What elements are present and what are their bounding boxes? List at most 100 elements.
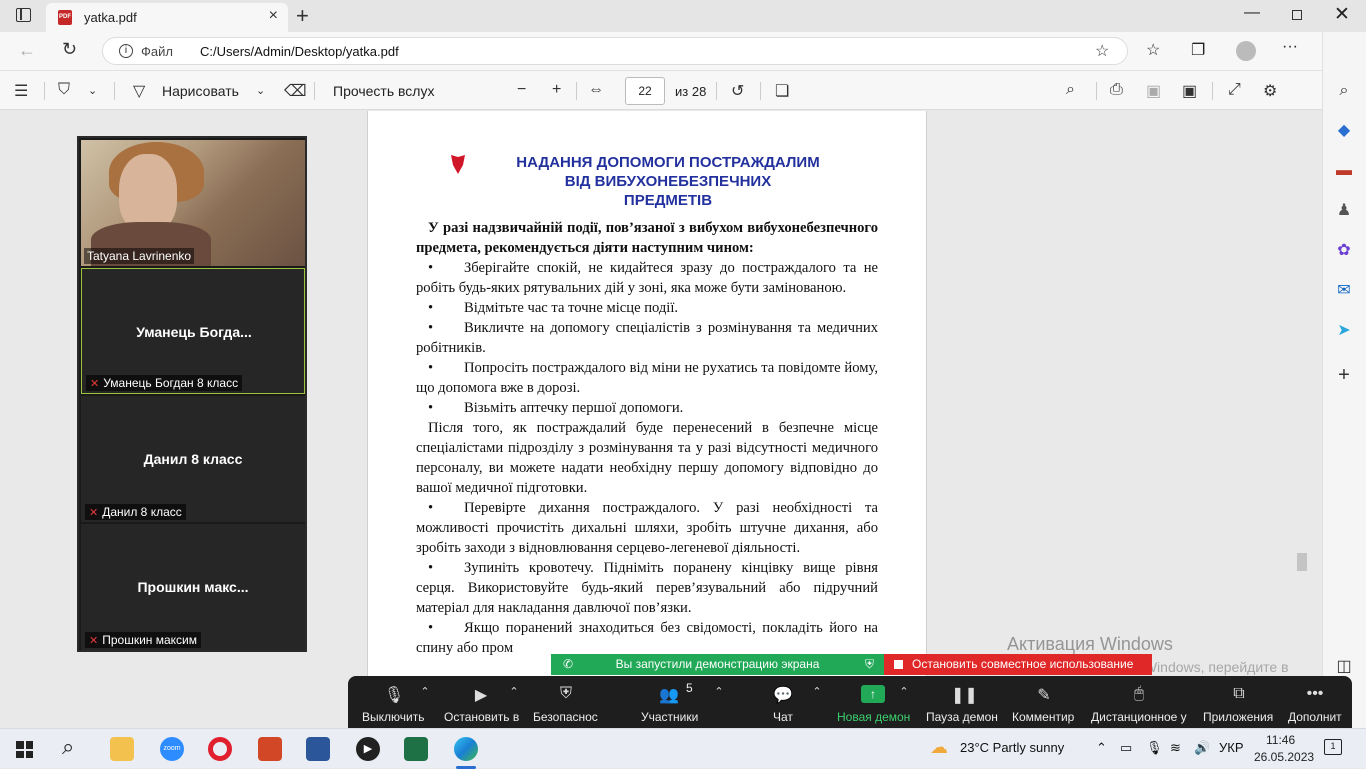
chevron-up-icon[interactable]: ⌃ bbox=[806, 685, 828, 703]
telegram-icon[interactable]: ➤ bbox=[1333, 320, 1355, 342]
annotate-button[interactable]: Комментир bbox=[1012, 710, 1074, 724]
volume-icon[interactable]: 🔊 bbox=[1194, 740, 1210, 756]
chevron-up-icon[interactable]: ⌃ bbox=[414, 685, 436, 703]
chevron-up-icon[interactable]: ⌃ bbox=[893, 685, 915, 703]
stop-video-button[interactable]: Остановить в bbox=[444, 710, 519, 724]
mic-icon[interactable]: 🎙 bbox=[383, 685, 405, 704]
minimize-icon[interactable]: — bbox=[1244, 4, 1260, 22]
mic-icon[interactable]: 🎙 bbox=[1146, 740, 1163, 756]
weather-text[interactable]: 23°C Partly sunny bbox=[960, 740, 1064, 755]
draw-button[interactable]: Нарисовать bbox=[162, 83, 239, 99]
mute-button[interactable]: Выключить bbox=[362, 710, 424, 724]
profile-avatar-icon[interactable] bbox=[1236, 41, 1256, 61]
powerpoint-icon[interactable] bbox=[258, 737, 282, 761]
settings-icon[interactable]: ⚙ bbox=[1263, 81, 1277, 101]
chat-icon[interactable]: 💬 bbox=[772, 685, 794, 704]
collections-icon[interactable]: ❐ bbox=[1191, 40, 1205, 60]
chevron-up-icon[interactable]: ⌃ bbox=[708, 685, 730, 703]
info-icon[interactable]: i bbox=[119, 44, 133, 58]
file-explorer-icon[interactable] bbox=[110, 737, 134, 761]
refresh-icon[interactable]: ↻ bbox=[62, 39, 77, 60]
language-indicator[interactable]: УКР bbox=[1219, 740, 1244, 755]
pause-icon[interactable]: ❚❚ bbox=[951, 685, 978, 704]
highlight-icon[interactable]: ⛉ bbox=[58, 81, 70, 99]
search-icon[interactable]: ⌕ bbox=[1333, 80, 1355, 102]
participant-tile[interactable]: Данил 8 класс ✕ Данил 8 класс bbox=[81, 396, 305, 522]
stop-share-button[interactable]: Остановить совместное использование bbox=[884, 654, 1152, 675]
more-icon[interactable]: ••• bbox=[1304, 685, 1326, 703]
chat-button[interactable]: Чат bbox=[773, 710, 793, 724]
fit-width-icon[interactable]: ⇔ bbox=[588, 81, 604, 99]
new-tab-icon[interactable]: + bbox=[296, 3, 309, 29]
search-icon[interactable]: ⌕ bbox=[1066, 81, 1075, 99]
scrollbar-thumb[interactable] bbox=[1297, 553, 1307, 571]
edge-icon[interactable] bbox=[454, 737, 478, 761]
tray-expand-icon[interactable]: ⌃ bbox=[1096, 740, 1107, 756]
page-view-icon[interactable]: ❏ bbox=[775, 81, 789, 101]
participants-button[interactable]: Участники bbox=[641, 710, 698, 724]
media-player-icon[interactable]: ▶ bbox=[356, 737, 380, 761]
word-icon[interactable] bbox=[306, 737, 330, 761]
security-button[interactable]: Безопаснос bbox=[533, 710, 598, 724]
more-button[interactable]: Дополнит bbox=[1288, 710, 1342, 724]
add-icon[interactable]: + bbox=[1333, 364, 1355, 386]
close-window-icon[interactable]: ✕ bbox=[1334, 3, 1350, 26]
excel-icon[interactable] bbox=[404, 737, 428, 761]
rotate-icon[interactable]: ↺ bbox=[731, 81, 744, 101]
eraser-icon[interactable]: ⌫ bbox=[284, 81, 307, 101]
split-screen-icon[interactable]: ◫ bbox=[1333, 656, 1355, 678]
share-icon[interactable]: ↑ bbox=[861, 685, 885, 703]
apps-button[interactable]: Приложения bbox=[1203, 710, 1273, 724]
favorites-icon[interactable]: ☆ bbox=[1146, 40, 1160, 60]
remote-control-button[interactable]: Дистанционное у bbox=[1091, 710, 1187, 724]
opera-icon[interactable] bbox=[208, 737, 232, 761]
chevron-up-icon[interactable]: ⌃ bbox=[503, 685, 525, 703]
office-icon[interactable]: ✿ bbox=[1333, 240, 1355, 262]
paragraph: Після того, як постраждалий буде перенес… bbox=[416, 420, 878, 496]
security-icon[interactable]: ⛨ bbox=[555, 685, 577, 703]
clock-time[interactable]: 11:46 bbox=[1266, 733, 1295, 747]
close-tab-icon[interactable]: × bbox=[269, 7, 278, 25]
more-menu-icon[interactable]: ··· bbox=[1282, 38, 1298, 56]
new-share-button[interactable]: Новая демон bbox=[837, 710, 910, 724]
video-icon[interactable]: ▶ bbox=[470, 685, 492, 704]
add-favorite-icon[interactable]: ☆ bbox=[1095, 41, 1109, 61]
chevron-down-icon[interactable]: ⌄ bbox=[256, 84, 265, 97]
back-icon[interactable]: ← bbox=[18, 40, 36, 61]
weather-icon[interactable]: ☁ bbox=[930, 737, 948, 758]
battery-icon[interactable]: ▭ bbox=[1120, 740, 1132, 756]
remote-control-icon[interactable]: 🖱 bbox=[1128, 685, 1150, 703]
clock-date[interactable]: 26.05.2023 bbox=[1254, 750, 1314, 764]
notification-icon[interactable]: 1 bbox=[1324, 739, 1342, 755]
participant-tile[interactable]: Прошкин макс... ✕ Прошкин максим bbox=[81, 524, 305, 650]
chevron-down-icon[interactable]: ⌄ bbox=[88, 84, 97, 97]
games-icon[interactable]: ♟ bbox=[1333, 200, 1355, 222]
wifi-icon[interactable]: ≋ bbox=[1170, 740, 1181, 756]
sidebar-toggle-icon[interactable] bbox=[16, 8, 31, 22]
draw-icon[interactable]: ▽ bbox=[133, 81, 145, 101]
shopping-icon[interactable]: ◆ bbox=[1333, 120, 1355, 142]
restore-icon[interactable] bbox=[1292, 10, 1302, 20]
page-number-input[interactable]: 22 bbox=[625, 77, 665, 105]
participant-tile[interactable]: Уманець Богда... ✕ Уманець Богдан 8 класс bbox=[81, 268, 305, 394]
read-aloud-button[interactable]: Прочесть вслух bbox=[333, 83, 434, 99]
save-as-icon[interactable]: ▣ bbox=[1182, 81, 1197, 101]
fullscreen-icon[interactable]: ⤢ bbox=[1228, 81, 1241, 99]
tab-yatka-pdf[interactable]: PDF yatka.pdf × bbox=[46, 3, 288, 32]
start-icon[interactable] bbox=[16, 741, 33, 758]
url-input[interactable]: i Файл C:/Users/Admin/Desktop/yatka.pdf … bbox=[102, 37, 1128, 65]
annotate-icon[interactable]: ✎ bbox=[1033, 685, 1055, 704]
outlook-icon[interactable]: ✉ bbox=[1333, 280, 1355, 302]
zoom-out-icon[interactable]: − bbox=[517, 81, 526, 99]
save-icon[interactable]: ▣ bbox=[1146, 81, 1161, 101]
tools-icon[interactable]: ▬ bbox=[1333, 160, 1355, 182]
pause-share-button[interactable]: Пауза демон bbox=[926, 710, 998, 724]
zoom-app-icon[interactable]: zoom bbox=[160, 737, 184, 761]
apps-icon[interactable]: ⧉ bbox=[1228, 685, 1250, 703]
contents-icon[interactable]: ☰ bbox=[14, 81, 28, 101]
search-icon[interactable]: ⌕ bbox=[62, 734, 74, 760]
print-icon[interactable]: ⎙ bbox=[1110, 81, 1123, 99]
zoom-in-icon[interactable]: + bbox=[552, 81, 561, 99]
participant-video[interactable]: Tatyana Lavrinenko bbox=[81, 140, 305, 266]
participants-icon[interactable]: 👥 bbox=[658, 685, 680, 704]
